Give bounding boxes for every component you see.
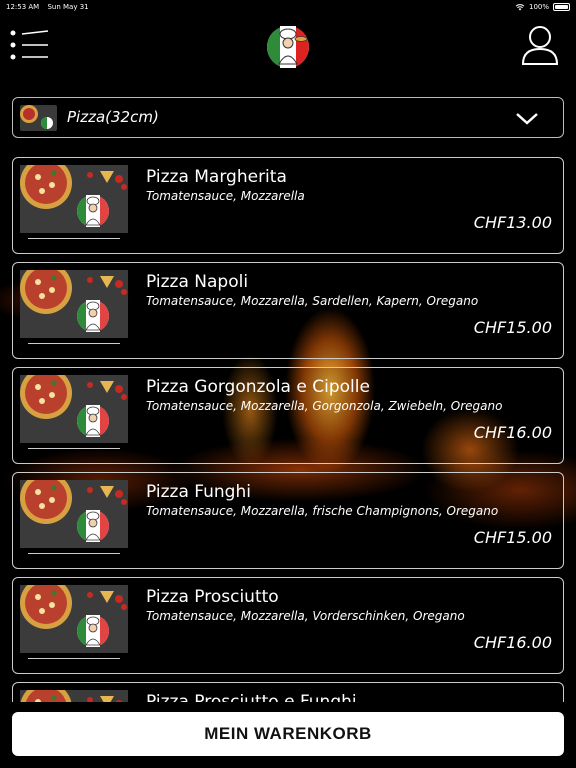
menu-button[interactable] [10,30,50,60]
product-description: Tomatensauce, Mozzarella, Gorgonzola, Zw… [146,399,503,413]
product-card[interactable]: Pizza Funghi Tomatensauce, Mozzarella, fr… [12,472,564,569]
product-description: Tomatensauce, Mozzarella, Sardellen, Kap… [146,294,479,308]
product-image [20,690,128,702]
product-list: Pizza Margherita Tomatensauce, Mozzarella… [12,157,564,702]
cart-button[interactable]: MEIN WARENKORB [12,712,564,756]
user-button[interactable] [520,24,560,66]
image-divider [28,343,120,344]
product-description: Tomatensauce, Mozzarella, frische Champi… [146,504,499,518]
category-thumbnail [20,105,57,131]
product-card[interactable]: Pizza Gorgonzola e Cipolle Tomatensauce, … [12,367,564,464]
product-card[interactable]: Pizza Prosciutto Tomatensauce, Mozzarella… [12,577,564,674]
product-image [20,480,128,548]
product-card[interactable]: Pizza Napoli Tomatensauce, Mozzarella, Sa… [12,262,564,359]
battery-percent: 100% [528,3,549,11]
product-image [20,585,128,653]
product-name: Pizza Gorgonzola e Cipolle [146,377,370,397]
product-name: Pizza Prosciutto [146,587,279,607]
product-name: Pizza Margherita [146,167,287,187]
image-divider [28,238,120,239]
category-dropdown[interactable]: Pizza(32cm) [12,97,564,138]
product-name: Pizza Napoli [146,272,249,292]
product-name: Pizza Prosciutto e Funghi [146,692,357,702]
product-price: CHF15.00 [473,318,552,337]
product-price: CHF15.00 [473,528,552,547]
product-image [20,375,128,443]
battery-icon [553,3,570,11]
product-description: Tomatensauce, Mozzarella, Vorderschinken… [146,609,465,623]
top-bar [0,20,576,76]
product-card[interactable]: Pizza Margherita Tomatensauce, Mozzarella… [12,157,564,254]
product-image [20,165,128,233]
product-image [20,270,128,338]
menu-list-icon [10,30,49,60]
product-price: CHF13.00 [473,213,552,232]
category-label: Pizza(32cm) [67,108,159,126]
product-price: CHF16.00 [473,423,552,442]
wifi-icon [515,4,525,11]
chevron-down-icon [516,113,538,125]
chef-logo-icon [265,24,311,70]
image-divider [28,658,120,659]
status-date: Sun May 31 [47,3,89,11]
image-divider [28,448,120,449]
user-account-icon [521,26,559,65]
product-description: Tomatensauce, Mozzarella [146,189,305,203]
image-divider [28,553,120,554]
product-price: CHF16.00 [473,633,552,652]
product-name: Pizza Funghi [146,482,251,502]
status-time: 12:53 AM [6,3,40,11]
product-card[interactable]: Pizza Prosciutto e Funghi [12,682,564,702]
status-bar: 12:53 AM Sun May 31 100% [0,0,576,14]
